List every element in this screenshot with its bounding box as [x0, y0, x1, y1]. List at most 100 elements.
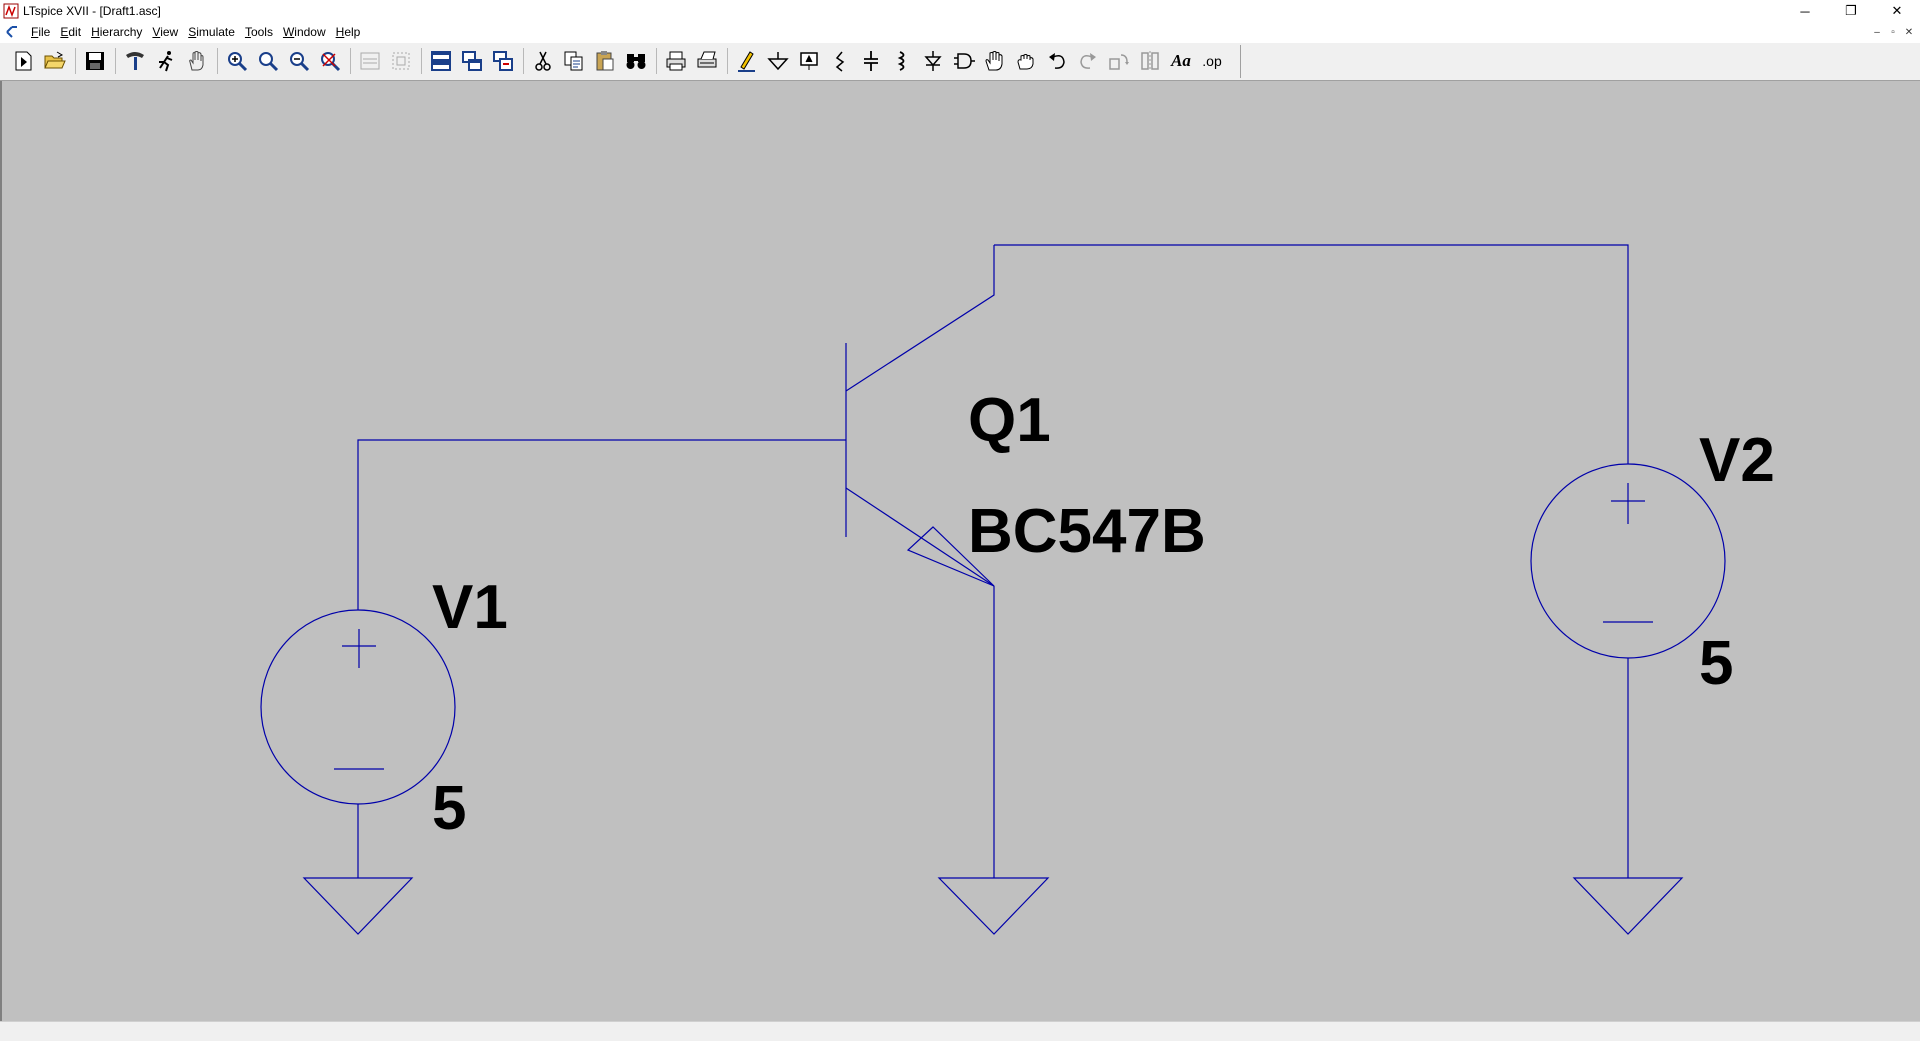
voltage-source-v2[interactable]	[1530, 463, 1726, 659]
v1-name-label: V1	[432, 573, 508, 642]
manual-limits-icon	[392, 52, 410, 70]
cut-button[interactable]	[529, 47, 557, 75]
spice-directive-button[interactable]: .op	[1198, 47, 1226, 75]
print-button[interactable]	[662, 47, 690, 75]
ground-emitter-symbol[interactable]	[937, 877, 1050, 935]
undo-button[interactable]	[1043, 47, 1071, 75]
toolbar-separator	[115, 48, 116, 74]
move-button[interactable]	[981, 47, 1009, 75]
resistor-button[interactable]	[826, 47, 854, 75]
new-schematic-button[interactable]	[10, 47, 38, 75]
schematic-canvas[interactable]: V1 5 Q1 BC547B V2 5	[0, 81, 1920, 1021]
zoom-in-icon	[228, 52, 248, 72]
running-man-icon	[159, 51, 173, 72]
label-net-button[interactable]	[795, 47, 823, 75]
voltage-source-v1[interactable]	[260, 609, 456, 805]
paste-icon	[596, 51, 614, 71]
tile-horizontal-icon	[431, 51, 451, 71]
save-icon	[86, 52, 104, 70]
menu-file[interactable]: File	[26, 22, 55, 42]
v1-value-label: 5	[432, 774, 466, 843]
print-setup-icon	[697, 51, 717, 68]
save-button[interactable]	[81, 47, 109, 75]
diode-button[interactable]	[919, 47, 947, 75]
toolbar-separator	[350, 48, 351, 74]
menu-edit[interactable]: Edit	[55, 22, 86, 42]
close-button[interactable]: ✕	[1874, 0, 1920, 22]
zoom-area-button[interactable]	[254, 47, 282, 75]
v2-name-label: V2	[1699, 426, 1775, 495]
grab-hand-icon	[1017, 54, 1034, 70]
inductor-button[interactable]	[888, 47, 916, 75]
control-panel-button[interactable]	[121, 47, 149, 75]
wire-collector-to-v2[interactable]	[994, 244, 1629, 464]
toolbar-separator	[421, 48, 422, 74]
zoom-fit-button[interactable]	[316, 47, 344, 75]
drag-button[interactable]	[1012, 47, 1040, 75]
toolbar-separator	[727, 48, 728, 74]
redo-icon	[1080, 53, 1096, 69]
inductor-icon	[897, 51, 905, 71]
capacitor-button[interactable]	[857, 47, 885, 75]
resistor-icon	[835, 51, 845, 72]
toolbar-separator	[75, 48, 76, 74]
menu-simulate[interactable]: Simulate	[183, 22, 240, 42]
binoculars-icon	[626, 54, 646, 69]
open-button[interactable]	[41, 47, 69, 75]
tile-vertical-button[interactable]	[458, 47, 486, 75]
ground-v2-symbol[interactable]	[1572, 877, 1684, 935]
spice-directive-glyph: .op	[1202, 53, 1222, 69]
doc-restore-button[interactable]: ▫	[1886, 25, 1900, 39]
doc-minimize-button[interactable]: –	[1870, 25, 1884, 39]
menu-window[interactable]: Window	[278, 22, 331, 42]
toolbar-separator	[656, 48, 657, 74]
v2-value-label: 5	[1699, 629, 1733, 698]
run-button[interactable]	[152, 47, 180, 75]
rotate-icon	[1109, 54, 1129, 70]
component-icon	[954, 53, 975, 69]
pan-button[interactable]	[183, 47, 211, 75]
q1-name-label: Q1	[968, 386, 1051, 455]
menu-tools[interactable]: Tools	[240, 22, 278, 42]
copy-icon	[564, 51, 583, 71]
ground-v1-symbol[interactable]	[302, 877, 414, 935]
text-button[interactable]: Aa	[1167, 47, 1195, 75]
hammer-icon	[126, 52, 144, 70]
new-schematic-icon	[15, 51, 32, 71]
paste-button[interactable]	[591, 47, 619, 75]
menu-view[interactable]: View	[147, 22, 183, 42]
print-setup-button[interactable]	[693, 47, 721, 75]
schematic-doc-icon[interactable]	[5, 25, 19, 39]
diode-icon	[924, 51, 942, 71]
rotate-button[interactable]	[1105, 47, 1133, 75]
manual-limits-button[interactable]	[387, 47, 415, 75]
undo-icon	[1049, 53, 1065, 69]
toolbar-separator	[523, 48, 524, 74]
doc-close-button[interactable]: ✕	[1902, 25, 1916, 39]
capacitor-icon	[864, 51, 878, 71]
tile-horizontal-button[interactable]	[427, 47, 455, 75]
redo-button[interactable]	[1074, 47, 1102, 75]
menu-help[interactable]: Help	[331, 22, 366, 42]
zoom-out-button[interactable]	[285, 47, 313, 75]
open-folder-icon	[44, 51, 66, 69]
autorange-button[interactable]	[356, 47, 384, 75]
cascade-button[interactable]	[489, 47, 517, 75]
draw-wire-button[interactable]	[733, 47, 761, 75]
schematic-drawing: V1 5 Q1 BC547B V2 5	[260, 244, 1775, 935]
find-button[interactable]	[622, 47, 650, 75]
ltspice-app-icon	[3, 3, 19, 19]
menu-hierarchy[interactable]: Hierarchy	[86, 22, 147, 42]
ground-button[interactable]	[764, 47, 792, 75]
zoom-in-button[interactable]	[223, 47, 251, 75]
mirror-button[interactable]	[1136, 47, 1164, 75]
copy-button[interactable]	[560, 47, 588, 75]
toolbar: Aa .op	[0, 43, 1920, 81]
document-window-controls: – ▫ ✕	[1868, 22, 1916, 42]
restore-button[interactable]: ❐	[1828, 0, 1874, 22]
minimize-button[interactable]: ─	[1782, 0, 1828, 22]
scissors-icon	[535, 51, 551, 71]
component-button[interactable]	[950, 47, 978, 75]
autorange-icon	[360, 52, 380, 70]
ground-icon	[767, 52, 789, 71]
